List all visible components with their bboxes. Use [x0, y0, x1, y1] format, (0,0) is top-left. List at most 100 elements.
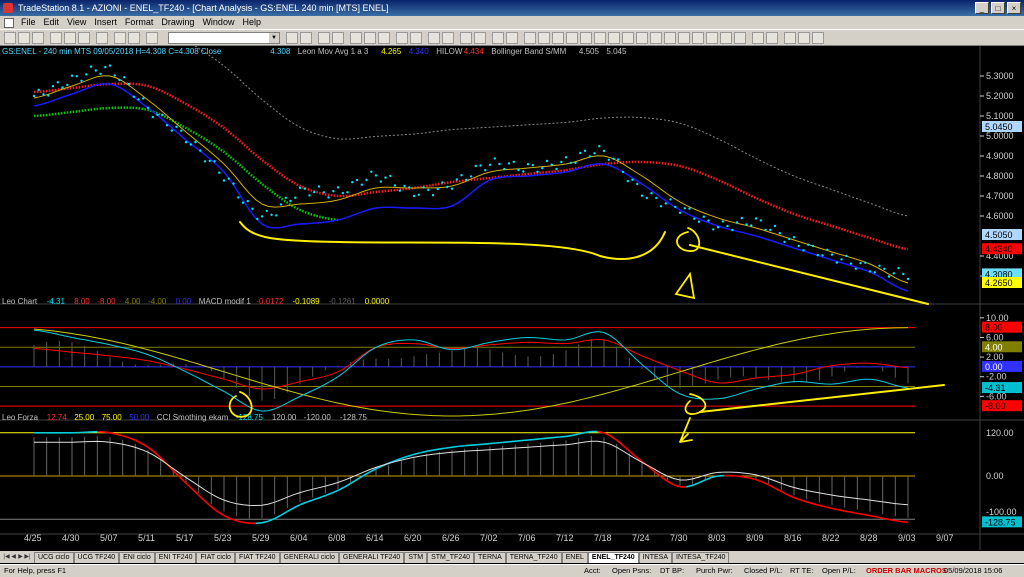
speed-line-icon[interactable]	[734, 32, 746, 44]
matrix-icon[interactable]	[474, 32, 486, 44]
next-tab-icon[interactable]: ▶	[17, 552, 24, 562]
arrow-up-icon[interactable]	[636, 32, 648, 44]
candle-icon[interactable]	[364, 32, 376, 44]
price-dot	[722, 220, 724, 222]
date-label: 7/24	[632, 533, 650, 543]
date-label: 4/30	[62, 533, 80, 543]
menu-help[interactable]: Help	[238, 16, 265, 29]
tab-enel-tf240[interactable]: ENEL_TF240	[588, 552, 639, 563]
open-icon[interactable]	[18, 32, 30, 44]
vertical-line-icon[interactable]	[580, 32, 592, 44]
cut-icon[interactable]	[50, 32, 62, 44]
price-dot	[836, 261, 838, 263]
price-dot	[470, 175, 472, 177]
ellipse-icon[interactable]	[678, 32, 690, 44]
last-tab-icon[interactable]: ▶|	[24, 552, 31, 562]
tab-intesa-tf240[interactable]: INTESA_TF240	[672, 552, 729, 563]
tab-intesa[interactable]: INTESA	[639, 552, 672, 563]
price-dot	[807, 244, 809, 246]
tab-terna-tf240[interactable]: TERNA_TF240	[506, 552, 562, 563]
minimize-button[interactable]: _	[975, 2, 989, 14]
zoom-out-icon[interactable]	[332, 32, 344, 44]
radar-icon[interactable]	[492, 32, 504, 44]
trendline-icon[interactable]	[552, 32, 564, 44]
arrow-down-icon[interactable]	[650, 32, 662, 44]
symbol-input[interactable]: ▼	[168, 32, 280, 44]
chart-area[interactable]: 5.30005.20005.10005.00004.90004.80004.70…	[0, 46, 1024, 550]
menu-format[interactable]: Format	[121, 16, 158, 29]
pointer-icon[interactable]	[524, 32, 536, 44]
tab-fiat-ciclo[interactable]: FIAT ciclo	[196, 552, 234, 563]
text-icon[interactable]	[622, 32, 634, 44]
price-dot	[61, 86, 63, 88]
new-icon[interactable]	[4, 32, 16, 44]
paste-icon[interactable]	[78, 32, 90, 44]
alert-icon[interactable]	[784, 32, 796, 44]
bar-chart-icon[interactable]	[350, 32, 362, 44]
price-dot	[793, 236, 795, 238]
order-icon[interactable]	[146, 32, 158, 44]
horizontal-line-icon[interactable]	[566, 32, 578, 44]
tab-generali-tf240[interactable]: GENERALI TF240	[339, 552, 404, 563]
channel-icon[interactable]	[594, 32, 606, 44]
chart-svg[interactable]: 5.30005.20005.10005.00004.90004.80004.70…	[0, 46, 1024, 550]
strategy-icon[interactable]	[410, 32, 422, 44]
copy-icon[interactable]	[64, 32, 76, 44]
save-icon[interactable]	[32, 32, 44, 44]
tab-terna[interactable]: TERNA	[474, 552, 506, 563]
first-tab-icon[interactable]: |◀	[3, 552, 10, 562]
prev-tab-icon[interactable]: ◀	[10, 552, 17, 562]
triangle-icon[interactable]	[692, 32, 704, 44]
forward-icon[interactable]	[300, 32, 312, 44]
back-icon[interactable]	[286, 32, 298, 44]
indicator-icon[interactable]	[396, 32, 408, 44]
price-dot	[427, 189, 429, 191]
format-icon[interactable]	[798, 32, 810, 44]
close-button[interactable]: ×	[1007, 2, 1021, 14]
rectangle-icon[interactable]	[664, 32, 676, 44]
menu-view[interactable]: View	[63, 16, 90, 29]
tab-ucg-ciclo[interactable]: UCG ciclo	[34, 552, 74, 563]
chart-icon[interactable]	[114, 32, 126, 44]
price-dot	[760, 219, 762, 221]
tab-stm-tf240[interactable]: STM_TF240	[427, 552, 474, 563]
tab-eni-ciclo[interactable]: ENI ciclo	[119, 552, 155, 563]
price-dot	[698, 221, 700, 223]
tab-enel[interactable]: ENEL	[562, 552, 588, 563]
tab-stm[interactable]: STM	[404, 552, 427, 563]
order-bar-macros[interactable]: ORDER BAR MACROS	[866, 565, 947, 577]
price-dot	[555, 168, 557, 170]
zoom-in-icon[interactable]	[318, 32, 330, 44]
document-icon[interactable]	[4, 18, 14, 28]
tab-ucg-tf240[interactable]: UCG TF240	[74, 552, 120, 563]
price-dot	[869, 270, 871, 272]
price-axis-label: 4.7000	[986, 191, 1014, 201]
tab-fiat-tf240[interactable]: FIAT TF240	[235, 552, 280, 563]
delete-drawing-icon[interactable]	[752, 32, 764, 44]
cci-segment	[496, 442, 502, 443]
refresh-icon[interactable]	[812, 32, 824, 44]
gann-icon[interactable]	[720, 32, 732, 44]
data-window-icon[interactable]	[428, 32, 440, 44]
menu-insert[interactable]: Insert	[90, 16, 121, 29]
menu-drawing[interactable]: Drawing	[157, 16, 198, 29]
maximize-button[interactable]: □	[991, 2, 1005, 14]
optionstation-icon[interactable]	[506, 32, 518, 44]
tab-generali-ciclo[interactable]: GENERALI ciclo	[280, 552, 339, 563]
scanner-icon[interactable]	[460, 32, 472, 44]
print-icon[interactable]	[96, 32, 108, 44]
price-dot	[574, 162, 576, 164]
line-chart-icon[interactable]	[378, 32, 390, 44]
menu-window[interactable]: Window	[198, 16, 238, 29]
crosshair-icon[interactable]	[538, 32, 550, 44]
news-icon[interactable]	[442, 32, 454, 44]
pencil-icon[interactable]	[706, 32, 718, 44]
status-open-psns: Open Psns:	[612, 565, 651, 577]
lock-icon[interactable]	[766, 32, 778, 44]
chevron-down-icon[interactable]: ▼	[269, 33, 279, 43]
menu-edit[interactable]: Edit	[40, 16, 64, 29]
fibonacci-icon[interactable]	[608, 32, 620, 44]
quote-icon[interactable]	[128, 32, 140, 44]
tab-eni-tf240[interactable]: ENI TF240	[155, 552, 197, 563]
menu-file[interactable]: File	[17, 16, 40, 29]
